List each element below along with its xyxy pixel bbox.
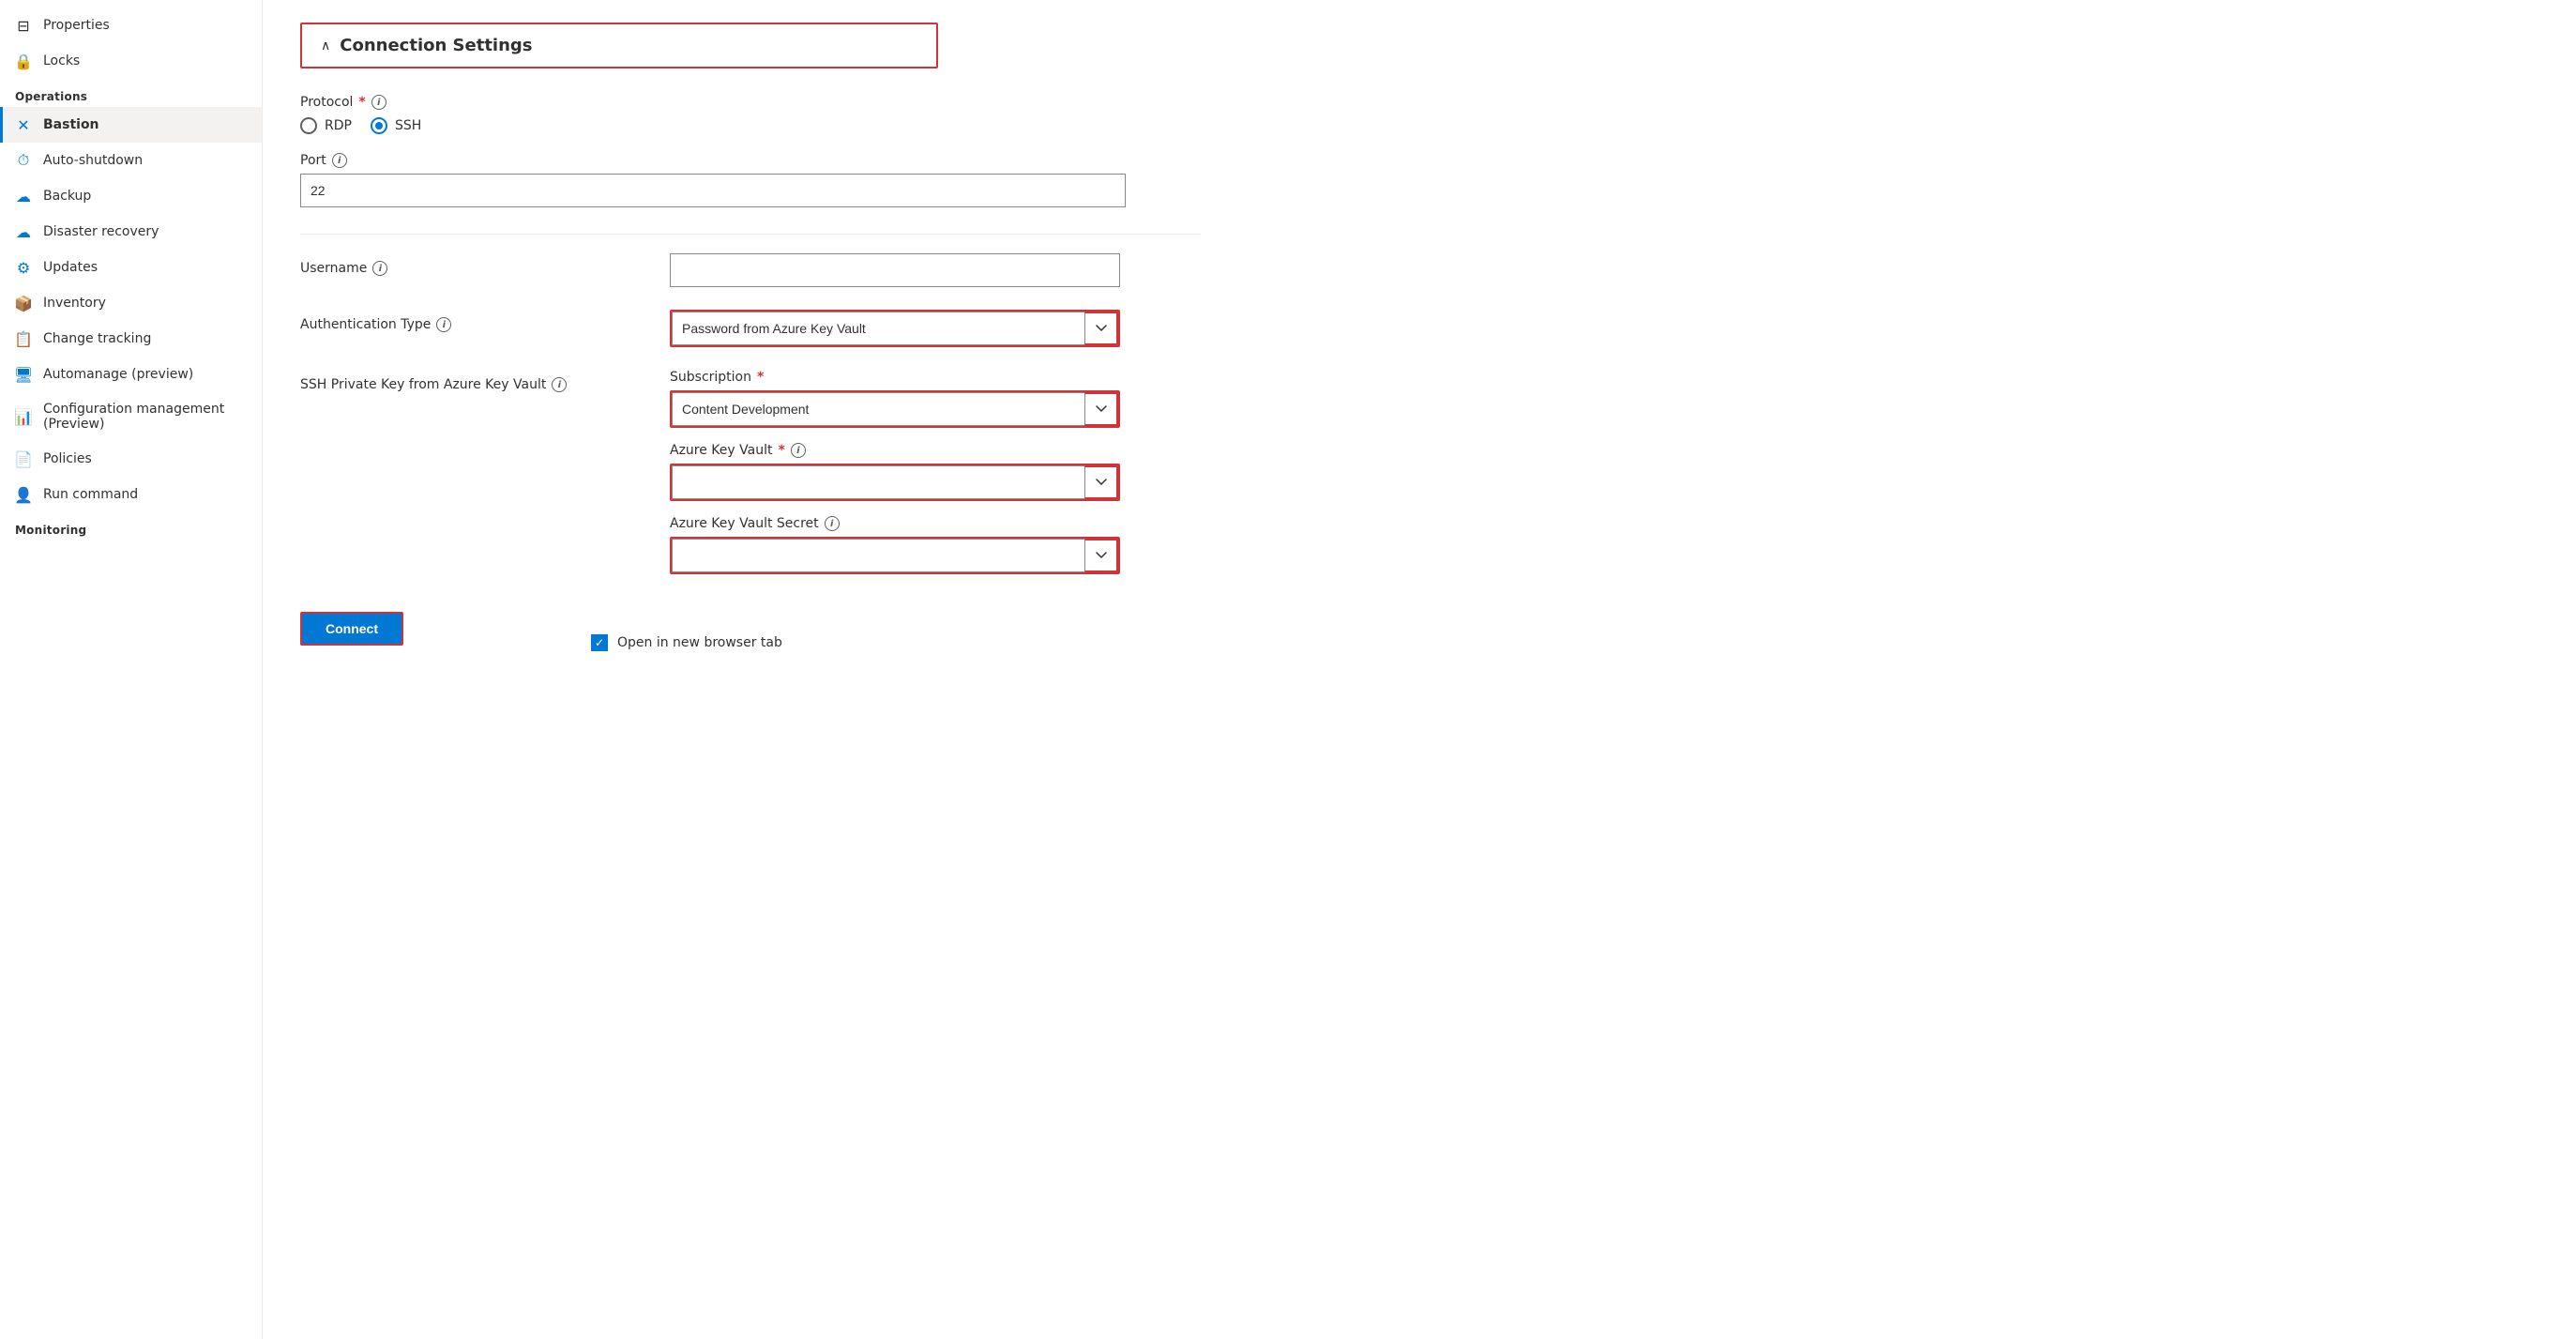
updates-icon: ⚙	[15, 259, 32, 276]
bastion-icon: ✕	[15, 116, 32, 133]
auth-type-dropdown-wrapper: Password from Azure Key Vault Password S…	[670, 310, 1120, 347]
protocol-info-icon: i	[371, 95, 386, 110]
azure-key-vault-required-star: *	[778, 443, 784, 458]
sidebar-item-label: Change tracking	[43, 331, 151, 346]
connect-button[interactable]: Connect	[300, 612, 403, 646]
sidebar-item-label: Policies	[43, 451, 92, 466]
sidebar-item-disaster-recovery[interactable]: ☁ Disaster recovery	[0, 214, 262, 250]
protocol-ssh-option[interactable]: SSH	[371, 117, 421, 134]
connection-settings-section[interactable]: ∧ Connection Settings	[300, 23, 938, 68]
collapse-icon: ∧	[321, 38, 330, 53]
azure-key-vault-label: Azure Key Vault * i	[670, 443, 1201, 458]
sidebar-item-label: Backup	[43, 189, 91, 204]
protocol-radio-group: RDP SSH	[300, 117, 1201, 134]
subscription-label: Subscription *	[670, 370, 1201, 385]
username-info-icon: i	[372, 261, 387, 276]
auth-type-row: Authentication Type i Password from Azur…	[300, 310, 1201, 347]
sidebar-item-locks[interactable]: 🔒 Locks	[0, 43, 262, 79]
azure-key-vault-secret-select[interactable]	[672, 539, 1118, 572]
change-tracking-icon: 📋	[15, 330, 32, 347]
sidebar-item-label: Bastion	[43, 117, 99, 132]
subscription-required-star: *	[757, 370, 764, 385]
sidebar-item-auto-shutdown[interactable]: ⏱ Auto-shutdown	[0, 143, 262, 178]
rdp-radio-circle[interactable]	[300, 117, 317, 134]
sidebar-item-label: Properties	[43, 18, 110, 33]
ssh-key-vault-label: SSH Private Key from Azure Key Vault i	[300, 370, 647, 392]
azure-key-vault-info-icon: i	[791, 443, 806, 458]
subscription-select[interactable]: Content Development	[672, 392, 1118, 426]
port-row: Port i	[300, 153, 1201, 207]
sidebar-item-config-management[interactable]: 📊 Configuration management (Preview)	[0, 392, 262, 441]
azure-key-vault-secret-dropdown-wrapper	[670, 537, 1120, 574]
azure-key-vault-row: Azure Key Vault * i	[670, 443, 1201, 501]
form-section: Protocol * i RDP SSH Port i	[300, 95, 1201, 651]
sidebar-item-label: Run command	[43, 487, 138, 502]
azure-key-vault-dropdown-wrapper	[670, 464, 1120, 501]
sidebar-item-label: Automanage (preview)	[43, 367, 193, 382]
azure-key-vault-secret-label: Azure Key Vault Secret i	[670, 516, 1201, 531]
subscription-dropdown-wrapper: Content Development	[670, 390, 1120, 428]
sidebar-item-label: Auto-shutdown	[43, 153, 143, 168]
open-in-new-tab-checkbox[interactable]	[591, 634, 608, 651]
username-input[interactable]	[670, 253, 1120, 287]
ssh-key-vault-info-icon: i	[552, 377, 567, 392]
disaster-recovery-icon: ☁	[15, 223, 32, 240]
username-content	[670, 253, 1201, 287]
protocol-required-star: *	[358, 95, 365, 110]
backup-icon: ☁	[15, 188, 32, 205]
ssh-radio-circle[interactable]	[371, 117, 387, 134]
divider	[300, 234, 1201, 235]
operations-section-label: Operations	[0, 79, 262, 107]
sidebar-item-automanage[interactable]: 🖥 Automanage (preview)	[0, 357, 262, 392]
port-label: Port i	[300, 153, 1201, 168]
sidebar: ⊟ Properties 🔒 Locks Operations ✕ Bastio…	[0, 0, 263, 1339]
ssh-key-vault-content: Subscription * Content Development	[670, 370, 1201, 589]
config-management-icon: 📊	[15, 408, 32, 425]
open-in-new-tab-row: Open in new browser tab	[591, 634, 782, 651]
username-row: Username i	[300, 253, 1201, 287]
username-label: Username i	[300, 253, 647, 276]
connection-settings-title: Connection Settings	[340, 36, 532, 55]
sidebar-item-label: Locks	[43, 53, 80, 68]
ssh-label: SSH	[395, 118, 421, 133]
automanage-icon: 🖥	[15, 366, 32, 383]
azure-key-vault-secret-row: Azure Key Vault Secret i	[670, 516, 1201, 574]
auth-type-select[interactable]: Password from Azure Key Vault Password S…	[672, 312, 1118, 345]
run-command-icon: 👤	[15, 486, 32, 503]
sidebar-item-inventory[interactable]: 📦 Inventory	[0, 285, 262, 321]
auto-shutdown-icon: ⏱	[15, 152, 32, 169]
monitoring-section-label: Monitoring	[0, 512, 262, 540]
rdp-label: RDP	[325, 118, 352, 133]
protocol-label: Protocol * i	[300, 95, 1201, 110]
sidebar-item-change-tracking[interactable]: 📋 Change tracking	[0, 321, 262, 357]
azure-key-vault-secret-info-icon: i	[825, 516, 840, 531]
sidebar-item-label: Inventory	[43, 296, 106, 311]
open-in-new-tab-label: Open in new browser tab	[617, 635, 782, 650]
inventory-icon: 📦	[15, 295, 32, 312]
sidebar-item-bastion[interactable]: ✕ Bastion	[0, 107, 262, 143]
sidebar-item-label: Disaster recovery	[43, 224, 159, 239]
sidebar-item-policies[interactable]: 📄 Policies	[0, 441, 262, 477]
subscription-row: Subscription * Content Development	[670, 370, 1201, 428]
policies-icon: 📄	[15, 450, 32, 467]
auth-type-info-icon: i	[436, 317, 451, 332]
auth-type-content: Password from Azure Key Vault Password S…	[670, 310, 1201, 347]
ssh-key-vault-row: SSH Private Key from Azure Key Vault i S…	[300, 370, 1201, 589]
auth-type-label: Authentication Type i	[300, 310, 647, 332]
properties-icon: ⊟	[15, 17, 32, 34]
sidebar-item-run-command[interactable]: 👤 Run command	[0, 477, 262, 512]
bottom-action-row: Connect Open in new browser tab	[300, 612, 1201, 651]
sidebar-item-label: Updates	[43, 260, 98, 275]
azure-key-vault-select[interactable]	[672, 465, 1118, 499]
main-content: ∧ Connection Settings Protocol * i RDP S…	[263, 0, 2576, 1339]
port-input[interactable]	[300, 174, 1126, 207]
sidebar-item-label: Configuration management (Preview)	[43, 402, 247, 432]
port-info-icon: i	[332, 153, 347, 168]
protocol-rdp-option[interactable]: RDP	[300, 117, 352, 134]
sidebar-item-properties[interactable]: ⊟ Properties	[0, 8, 262, 43]
locks-icon: 🔒	[15, 53, 32, 69]
protocol-row: Protocol * i RDP SSH	[300, 95, 1201, 134]
sidebar-item-backup[interactable]: ☁ Backup	[0, 178, 262, 214]
sidebar-item-updates[interactable]: ⚙ Updates	[0, 250, 262, 285]
